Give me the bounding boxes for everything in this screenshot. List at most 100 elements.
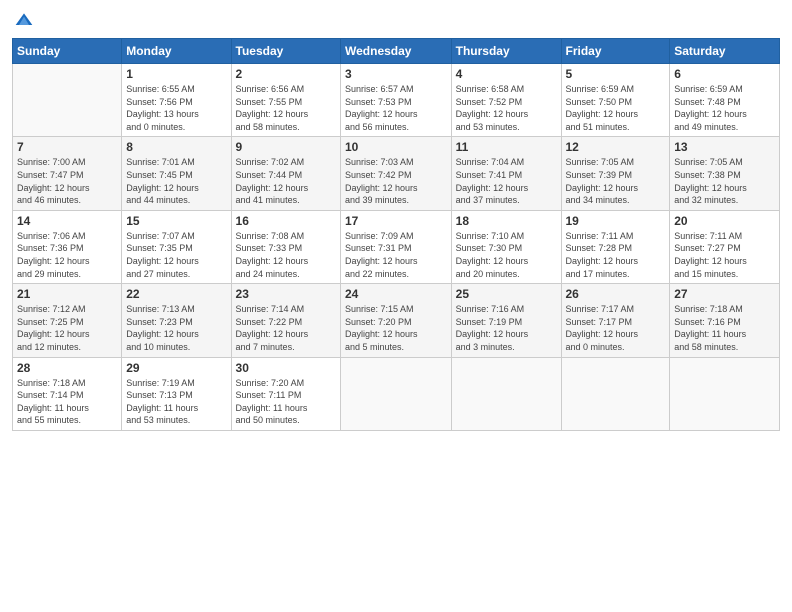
weekday-header-saturday: Saturday	[670, 39, 780, 64]
day-number: 21	[17, 287, 117, 301]
day-number: 28	[17, 361, 117, 375]
weekday-header-thursday: Thursday	[451, 39, 561, 64]
logo	[12, 10, 34, 30]
calendar-week-row: 1 Sunrise: 6:55 AMSunset: 7:56 PMDaylight…	[13, 64, 780, 137]
day-info: Sunrise: 7:19 AMSunset: 7:13 PMDaylight:…	[126, 377, 226, 427]
calendar-cell: 3Sunrise: 6:57 AMSunset: 7:53 PMDaylight…	[341, 64, 452, 137]
day-info: Sunrise: 7:11 AMSunset: 7:27 PMDaylight:…	[674, 230, 775, 280]
calendar-week-row: 21 Sunrise: 7:12 AMSunset: 7:25 PMDayligh…	[13, 284, 780, 357]
day-number: 14	[17, 214, 117, 228]
day-info: Sunrise: 6:55 AMSunset: 7:56 PMDaylight:…	[126, 83, 226, 133]
day-info: Sunrise: 7:06 AMSunset: 7:36 PMDaylight:…	[17, 230, 117, 280]
day-number: 4	[456, 67, 557, 81]
calendar-cell: 11Sunrise: 7:04 AMSunset: 7:41 PMDayligh…	[451, 137, 561, 210]
calendar-cell: 14 Sunrise: 7:06 AMSunset: 7:36 PMDayligh…	[13, 210, 122, 283]
calendar-cell: 12 Sunrise: 7:05 AMSunset: 7:39 PMDayligh…	[561, 137, 670, 210]
day-number: 9	[236, 140, 336, 154]
day-number: 15	[126, 214, 226, 228]
day-number: 3	[345, 67, 447, 81]
calendar-cell: 25 Sunrise: 7:16 AMSunset: 7:19 PMDayligh…	[451, 284, 561, 357]
calendar-week-row: 14 Sunrise: 7:06 AMSunset: 7:36 PMDayligh…	[13, 210, 780, 283]
day-info: Sunrise: 7:18 AMSunset: 7:14 PMDaylight:…	[17, 377, 117, 427]
calendar-cell: 1 Sunrise: 6:55 AMSunset: 7:56 PMDaylight…	[122, 64, 231, 137]
day-number: 27	[674, 287, 775, 301]
day-info: Sunrise: 7:20 AMSunset: 7:11 PMDaylight:…	[236, 377, 336, 427]
calendar-cell: 27 Sunrise: 7:18 AMSunset: 7:16 PMDayligh…	[670, 284, 780, 357]
calendar-cell: 24 Sunrise: 7:15 AMSunset: 7:20 PMDayligh…	[341, 284, 452, 357]
day-info: Sunrise: 7:10 AMSunset: 7:30 PMDaylight:…	[456, 230, 557, 280]
weekday-header-wednesday: Wednesday	[341, 39, 452, 64]
day-info: Sunrise: 7:04 AMSunset: 7:41 PMDaylight:…	[456, 156, 557, 206]
calendar-cell: 13 Sunrise: 7:05 AMSunset: 7:38 PMDayligh…	[670, 137, 780, 210]
calendar-cell	[561, 357, 670, 430]
day-number: 26	[566, 287, 666, 301]
day-number: 18	[456, 214, 557, 228]
day-info: Sunrise: 7:05 AMSunset: 7:38 PMDaylight:…	[674, 156, 775, 206]
calendar-cell: 30 Sunrise: 7:20 AMSunset: 7:11 PMDayligh…	[231, 357, 340, 430]
calendar-header-row: SundayMondayTuesdayWednesdayThursdayFrid…	[13, 39, 780, 64]
calendar-cell	[341, 357, 452, 430]
calendar-cell: 18 Sunrise: 7:10 AMSunset: 7:30 PMDayligh…	[451, 210, 561, 283]
calendar-cell: 6Sunrise: 6:59 AMSunset: 7:48 PMDaylight…	[670, 64, 780, 137]
calendar-week-row: 28 Sunrise: 7:18 AMSunset: 7:14 PMDayligh…	[13, 357, 780, 430]
day-info: Sunrise: 6:59 AMSunset: 7:50 PMDaylight:…	[566, 83, 666, 133]
day-info: Sunrise: 7:02 AMSunset: 7:44 PMDaylight:…	[236, 156, 336, 206]
day-number: 29	[126, 361, 226, 375]
day-info: Sunrise: 7:05 AMSunset: 7:39 PMDaylight:…	[566, 156, 666, 206]
calendar-table: SundayMondayTuesdayWednesdayThursdayFrid…	[12, 38, 780, 431]
day-number: 13	[674, 140, 775, 154]
day-number: 25	[456, 287, 557, 301]
calendar-cell: 16Sunrise: 7:08 AMSunset: 7:33 PMDayligh…	[231, 210, 340, 283]
weekday-header-sunday: Sunday	[13, 39, 122, 64]
calendar-cell: 23 Sunrise: 7:14 AMSunset: 7:22 PMDayligh…	[231, 284, 340, 357]
calendar-cell: 10 Sunrise: 7:03 AMSunset: 7:42 PMDayligh…	[341, 137, 452, 210]
day-info: Sunrise: 7:08 AMSunset: 7:33 PMDaylight:…	[236, 230, 336, 280]
day-number: 2	[236, 67, 336, 81]
day-info: Sunrise: 7:15 AMSunset: 7:20 PMDaylight:…	[345, 303, 447, 353]
day-info: Sunrise: 7:13 AMSunset: 7:23 PMDaylight:…	[126, 303, 226, 353]
calendar-cell: 28 Sunrise: 7:18 AMSunset: 7:14 PMDayligh…	[13, 357, 122, 430]
calendar-cell: 21 Sunrise: 7:12 AMSunset: 7:25 PMDayligh…	[13, 284, 122, 357]
day-number: 22	[126, 287, 226, 301]
day-number: 17	[345, 214, 447, 228]
logo-icon	[14, 10, 34, 30]
day-info: Sunrise: 7:14 AMSunset: 7:22 PMDaylight:…	[236, 303, 336, 353]
day-number: 23	[236, 287, 336, 301]
calendar-cell: 4 Sunrise: 6:58 AMSunset: 7:52 PMDaylight…	[451, 64, 561, 137]
day-info: Sunrise: 7:17 AMSunset: 7:17 PMDaylight:…	[566, 303, 666, 353]
day-number: 5	[566, 67, 666, 81]
day-number: 30	[236, 361, 336, 375]
calendar-cell: 15 Sunrise: 7:07 AMSunset: 7:35 PMDayligh…	[122, 210, 231, 283]
calendar-cell: 17 Sunrise: 7:09 AMSunset: 7:31 PMDayligh…	[341, 210, 452, 283]
day-info: Sunrise: 7:01 AMSunset: 7:45 PMDaylight:…	[126, 156, 226, 206]
calendar-cell: 22 Sunrise: 7:13 AMSunset: 7:23 PMDayligh…	[122, 284, 231, 357]
day-number: 1	[126, 67, 226, 81]
day-number: 8	[126, 140, 226, 154]
day-number: 12	[566, 140, 666, 154]
day-number: 10	[345, 140, 447, 154]
day-info: Sunrise: 7:07 AMSunset: 7:35 PMDaylight:…	[126, 230, 226, 280]
calendar-cell: 2 Sunrise: 6:56 AMSunset: 7:55 PMDaylight…	[231, 64, 340, 137]
day-info: Sunrise: 7:16 AMSunset: 7:19 PMDaylight:…	[456, 303, 557, 353]
day-number: 19	[566, 214, 666, 228]
day-info: Sunrise: 7:00 AMSunset: 7:47 PMDaylight:…	[17, 156, 117, 206]
weekday-header-tuesday: Tuesday	[231, 39, 340, 64]
day-number: 24	[345, 287, 447, 301]
calendar-cell: 8 Sunrise: 7:01 AMSunset: 7:45 PMDaylight…	[122, 137, 231, 210]
day-info: Sunrise: 7:03 AMSunset: 7:42 PMDaylight:…	[345, 156, 447, 206]
calendar-cell	[13, 64, 122, 137]
day-info: Sunrise: 6:59 AMSunset: 7:48 PMDaylight:…	[674, 83, 775, 133]
day-info: Sunrise: 6:56 AMSunset: 7:55 PMDaylight:…	[236, 83, 336, 133]
weekday-header-monday: Monday	[122, 39, 231, 64]
day-number: 7	[17, 140, 117, 154]
weekday-header-friday: Friday	[561, 39, 670, 64]
day-info: Sunrise: 7:09 AMSunset: 7:31 PMDaylight:…	[345, 230, 447, 280]
day-info: Sunrise: 7:11 AMSunset: 7:28 PMDaylight:…	[566, 230, 666, 280]
calendar-cell	[670, 357, 780, 430]
day-info: Sunrise: 7:12 AMSunset: 7:25 PMDaylight:…	[17, 303, 117, 353]
calendar-cell: 7 Sunrise: 7:00 AMSunset: 7:47 PMDaylight…	[13, 137, 122, 210]
calendar-week-row: 7 Sunrise: 7:00 AMSunset: 7:47 PMDaylight…	[13, 137, 780, 210]
calendar-cell	[451, 357, 561, 430]
day-info: Sunrise: 7:18 AMSunset: 7:16 PMDaylight:…	[674, 303, 775, 353]
day-info: Sunrise: 6:58 AMSunset: 7:52 PMDaylight:…	[456, 83, 557, 133]
